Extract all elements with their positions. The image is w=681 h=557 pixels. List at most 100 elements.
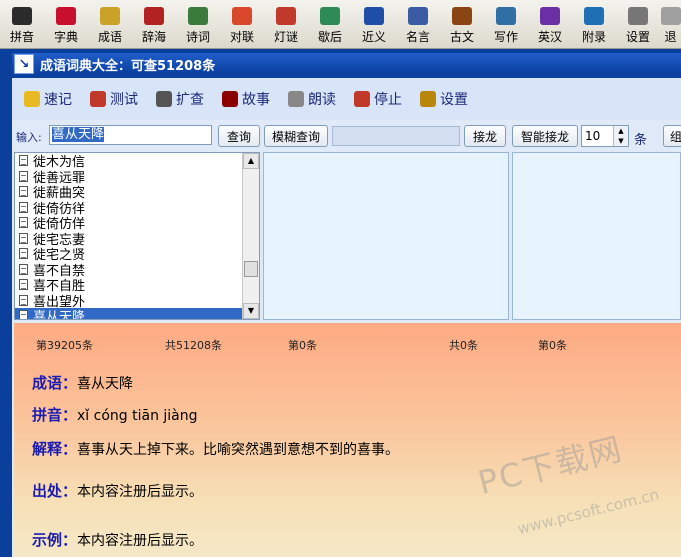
toolbar-label: 诗词: [185, 30, 210, 44]
document-icon: [19, 170, 28, 182]
stat-total: 共51208条: [165, 339, 222, 352]
scroll-down-icon[interactable]: ▼: [243, 303, 259, 319]
toolbar-label: 近义: [361, 30, 386, 44]
toolbar-button-11[interactable]: 写作: [484, 0, 528, 48]
stat-second-total: 共0条: [449, 339, 478, 352]
smart-chain-pane[interactable]: [512, 152, 681, 320]
speaker-icon: [288, 91, 304, 107]
toolbar-label: 英汉: [537, 30, 562, 44]
toolbar-button-10[interactable]: 古文: [440, 0, 484, 48]
document-icon: [19, 248, 28, 260]
toolbar-label: 名言: [405, 30, 430, 44]
document-icon: [19, 155, 28, 167]
list-scrollbar[interactable]: ▲ ▼: [242, 153, 259, 319]
action-5[interactable]: 停止: [354, 89, 402, 109]
toolbar-button-13[interactable]: 附录: [572, 0, 616, 48]
progress-bar: [332, 126, 460, 146]
extra-button[interactable]: 组: [663, 125, 681, 147]
toolbar-label: 写作: [493, 30, 518, 44]
open-book-icon: [364, 7, 384, 25]
toolbar-label: 灯谜: [273, 30, 298, 44]
action-label: 速记: [44, 92, 72, 108]
action-6[interactable]: 设置: [420, 89, 468, 109]
meaning-field: 解释：喜事从天上掉下来。比喻突然遇到意想不到的喜事。: [32, 440, 400, 458]
couplet-icon: [232, 7, 252, 25]
example-field: 示例：本内容注册后显示。: [32, 531, 204, 549]
document-icon: [19, 201, 28, 213]
search-row: 输入: 喜从天降 查询 模糊查询 接龙 智能接龙 10 ▲ ▼ 条 组: [12, 122, 681, 150]
count-value: 10: [585, 129, 601, 143]
window-arrow-icon[interactable]: ↘: [14, 54, 34, 74]
window-titlebar: ↘ 成语词典大全：可查51208条: [12, 53, 681, 75]
action-1[interactable]: 测试: [90, 89, 138, 109]
arrows-icon: [156, 91, 172, 107]
toolbar-button-7[interactable]: 歇后: [308, 0, 352, 48]
action-0[interactable]: 速记: [24, 89, 72, 109]
action-4[interactable]: 朗读: [288, 89, 336, 109]
toolbar-button-1[interactable]: 字典: [44, 0, 88, 48]
smart-chain-button[interactable]: 智能接龙: [512, 125, 578, 147]
main-toolbar: 拼音 字典 成语 辞海 诗词 对联 灯谜 歇后 近义 名言 古文 写作 英汉 附录 设置退: [0, 0, 681, 49]
toolbar-label: 拼音: [9, 30, 34, 44]
search-label: 输入:: [16, 131, 42, 144]
settings-gear-icon: [420, 91, 436, 107]
toolbar-label: 古文: [449, 30, 474, 44]
document-icon: [19, 279, 28, 291]
toolbar-label: 附录: [581, 30, 606, 44]
idiom-list[interactable]: 徙木为信 徙善远罪 徙薪曲突 徙倚彷徉 徙倚仿佯 徙宅忘妻 徙宅之贤 喜不自禁 喜不自胜 喜出望外…: [14, 152, 260, 320]
source-field: 出处：本内容注册后显示。: [32, 482, 204, 500]
toolbar-label: 退: [664, 30, 677, 44]
ancient-book-icon: [452, 7, 472, 25]
toolbar-button-8[interactable]: 近义: [352, 0, 396, 48]
lantern-icon: [276, 7, 296, 25]
toolbar-button-4[interactable]: 诗词: [176, 0, 220, 48]
count-stepper[interactable]: 10 ▲ ▼: [581, 125, 629, 147]
action-label: 测试: [110, 92, 138, 108]
action-label: 设置: [440, 92, 468, 108]
stacked-books-icon: [144, 7, 164, 25]
action-3[interactable]: 故事: [222, 89, 270, 109]
list-item[interactable]: 喜从天降: [15, 308, 259, 319]
stepper-arrows-icon[interactable]: ▲ ▼: [613, 126, 628, 146]
count-unit: 条: [634, 133, 648, 148]
idiom-field: 成语：喜从天降: [32, 374, 134, 392]
pen-icon: [496, 7, 516, 25]
toolbar-button-15[interactable]: 退: [660, 0, 681, 48]
stat-third-current: 第0条: [538, 339, 567, 352]
toolbar-button-6[interactable]: 灯谜: [264, 0, 308, 48]
action-2[interactable]: 扩查: [156, 89, 204, 109]
document-icon: [19, 294, 28, 306]
exit-icon: [660, 7, 681, 25]
window-title: 成语词典大全：可查51208条: [40, 58, 216, 74]
toolbar-button-0[interactable]: 拼音: [0, 0, 44, 48]
search-input[interactable]: 喜从天降: [49, 125, 212, 145]
toolbar-label: 辞海: [141, 30, 166, 44]
scroll-thumb[interactable]: [244, 261, 258, 277]
document-icon: [19, 186, 28, 198]
toolbar-button-3[interactable]: 辞海: [132, 0, 176, 48]
toolbar-button-5[interactable]: 对联: [220, 0, 264, 48]
document-icon: [19, 217, 28, 229]
scroll-up-icon[interactable]: ▲: [243, 153, 259, 169]
car-icon: [90, 91, 106, 107]
query-button[interactable]: 查询: [218, 125, 260, 147]
toolbar-button-12[interactable]: 英汉: [528, 0, 572, 48]
stat-current: 第39205条: [36, 339, 93, 352]
notepad-icon: [408, 7, 428, 25]
toolbar-button-9[interactable]: 名言: [396, 0, 440, 48]
book-icon: [222, 91, 238, 107]
chain-button[interactable]: 接龙: [464, 125, 506, 147]
fuzzy-query-button[interactable]: 模糊查询: [264, 125, 328, 147]
chain-results-pane[interactable]: [263, 152, 509, 320]
toolbar-label: 成语: [97, 30, 122, 44]
toolbar-button-2[interactable]: 成语: [88, 0, 132, 48]
cards-icon: [320, 7, 340, 25]
action-bar: 速记 测试 扩查 故事 朗读 停止 设置: [12, 78, 681, 120]
main-panel: 速记 测试 扩查 故事 朗读 停止 设置 输入: 喜从天降 查询 模糊查询 接龙 智能接龙 …: [12, 78, 681, 557]
document-icon: [19, 310, 28, 319]
toolbar-label: 歇后: [317, 30, 342, 44]
toolbar-button-14[interactable]: 设置: [616, 0, 660, 48]
document-icon: [19, 232, 28, 244]
action-label: 停止: [374, 92, 402, 108]
pinyin-field: 拼音：xǐ cóng tiān jiàng: [32, 406, 198, 424]
